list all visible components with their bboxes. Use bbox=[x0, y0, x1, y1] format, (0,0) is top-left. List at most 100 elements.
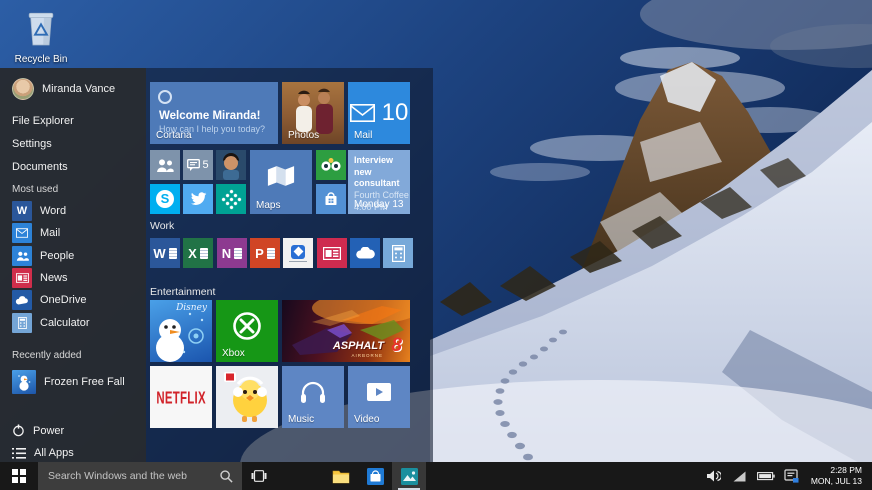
battery-button[interactable] bbox=[755, 462, 777, 490]
start-button[interactable] bbox=[0, 462, 38, 490]
power-button[interactable]: Power bbox=[12, 424, 64, 437]
taskbar-photos-active[interactable] bbox=[392, 462, 426, 490]
headphones-icon bbox=[301, 381, 325, 403]
sidebar-item-file-explorer[interactable]: File Explorer bbox=[12, 115, 74, 127]
sidebar-item-settings[interactable]: Settings bbox=[12, 138, 52, 150]
calculator-icon bbox=[391, 244, 405, 262]
word-icon: W bbox=[153, 245, 166, 261]
tile-frozen-free-fall[interactable]: Disney bbox=[150, 300, 212, 362]
tile-netflix[interactable]: NETFLIX bbox=[150, 366, 212, 428]
mail-icon bbox=[12, 223, 32, 243]
tile-chick-game[interactable] bbox=[216, 366, 278, 428]
tile-calculator[interactable] bbox=[383, 238, 413, 268]
task-view-button[interactable] bbox=[242, 462, 276, 490]
sidebar-item-frozen-free-fall[interactable]: Frozen Free Fall bbox=[12, 370, 125, 394]
search-icon bbox=[220, 470, 233, 483]
tile-word[interactable]: W bbox=[150, 238, 180, 268]
tile-video[interactable]: Video bbox=[348, 366, 410, 428]
windows-desktop: Recycle Bin Miranda Vance File Explorer … bbox=[0, 0, 872, 490]
twitter-bird-icon bbox=[190, 192, 206, 205]
onedrive-icon bbox=[12, 290, 32, 310]
tile-tripadvisor[interactable] bbox=[316, 150, 346, 180]
all-apps-button[interactable]: All Apps bbox=[12, 447, 74, 459]
file-explorer-icon bbox=[332, 470, 350, 483]
tile-calendar[interactable]: Interview new consultant Fourth Coffee 4… bbox=[348, 150, 410, 214]
taskbar-clock[interactable]: 2:28 PM MON, JUL 13 bbox=[807, 465, 866, 488]
word-icon: W bbox=[12, 201, 32, 221]
action-center-icon bbox=[784, 469, 799, 483]
mail-unread-count: 10 bbox=[381, 99, 409, 126]
clock-time: 2:28 PM bbox=[830, 464, 862, 475]
taskbar-store[interactable] bbox=[358, 462, 392, 490]
video-play-icon bbox=[367, 383, 391, 401]
battery-icon bbox=[756, 472, 775, 481]
calculator-icon bbox=[12, 313, 32, 333]
tile-excel[interactable]: X bbox=[183, 238, 213, 268]
tile-xbox[interactable]: Xbox bbox=[216, 300, 278, 362]
volume-button[interactable] bbox=[703, 462, 725, 490]
sidebar-item-calculator[interactable]: Calculator bbox=[12, 313, 90, 333]
tile-photo-contact[interactable] bbox=[216, 150, 246, 180]
netflix-wordmark: NETFLIX bbox=[156, 386, 206, 408]
frozen-free-fall-icon bbox=[12, 370, 36, 394]
asphalt-title: ASPHALT bbox=[332, 340, 384, 352]
entertainment-group-header: Entertainment bbox=[150, 286, 216, 298]
tile-music[interactable]: Music bbox=[282, 366, 344, 428]
taskbar-search[interactable] bbox=[38, 462, 242, 490]
task-view-icon bbox=[251, 470, 267, 482]
tile-dots-app[interactable] bbox=[216, 184, 246, 214]
calendar-date: Monday 13 bbox=[354, 199, 404, 210]
tile-store[interactable] bbox=[316, 184, 346, 214]
tile-powerpoint[interactable]: P bbox=[250, 238, 280, 268]
wifi-icon bbox=[733, 471, 746, 481]
people-icon bbox=[12, 246, 32, 266]
most-used-header: Most used bbox=[12, 184, 59, 195]
sidebar-item-people[interactable]: People bbox=[12, 246, 74, 266]
store-icon bbox=[366, 467, 384, 485]
tile-onenote[interactable]: N bbox=[217, 238, 247, 268]
volume-icon bbox=[706, 470, 721, 482]
mail-icon bbox=[349, 104, 375, 122]
search-input[interactable] bbox=[38, 462, 242, 490]
chick-game-art bbox=[224, 372, 267, 422]
tile-photos[interactable]: Photos bbox=[282, 82, 344, 144]
taskbar-file-explorer[interactable] bbox=[324, 462, 358, 490]
people-icon bbox=[157, 158, 174, 172]
tile-news[interactable] bbox=[317, 238, 347, 268]
tile-messaging[interactable]: 5 bbox=[183, 150, 213, 180]
tile-onedrive[interactable] bbox=[350, 238, 380, 268]
messaging-count: 5 bbox=[202, 159, 209, 171]
tile-skype[interactable]: S bbox=[150, 184, 180, 214]
onedrive-cloud-icon bbox=[356, 247, 375, 259]
action-center-button[interactable] bbox=[781, 462, 803, 490]
sidebar-item-news[interactable]: News bbox=[12, 268, 68, 288]
tile-mail[interactable]: 10 Mail bbox=[348, 82, 410, 144]
xbox-logo-icon bbox=[233, 312, 261, 340]
asphalt-subtitle: AIRBORNE bbox=[351, 353, 383, 358]
dots-pattern-icon bbox=[218, 186, 244, 212]
tile-people[interactable] bbox=[150, 150, 180, 180]
recycle-bin[interactable]: Recycle Bin bbox=[10, 8, 72, 65]
cortana-icon bbox=[158, 90, 172, 104]
calendar-event-title: Interview new consultant bbox=[354, 155, 400, 189]
tile-asphalt-8[interactable]: ASPHALT 8 AIRBORNE bbox=[282, 300, 410, 362]
sidebar-item-documents[interactable]: Documents bbox=[12, 161, 68, 173]
power-icon bbox=[13, 424, 24, 437]
tile-maps[interactable]: Maps bbox=[250, 150, 312, 214]
recycle-bin-icon bbox=[28, 12, 54, 46]
tile-cortana[interactable]: Welcome Miranda! How can I help you toda… bbox=[150, 82, 278, 144]
sidebar-item-mail[interactable]: Mail bbox=[12, 223, 60, 243]
sidebar-item-onedrive[interactable]: OneDrive bbox=[12, 290, 86, 310]
asphalt-number: 8 bbox=[391, 335, 402, 356]
sidebar-item-word[interactable]: W Word bbox=[12, 201, 66, 221]
user-account[interactable]: Miranda Vance bbox=[12, 78, 115, 100]
network-button[interactable] bbox=[729, 462, 751, 490]
store-bag-icon bbox=[325, 192, 337, 205]
user-name: Miranda Vance bbox=[42, 83, 116, 95]
tripadvisor-owl-icon bbox=[321, 158, 341, 171]
taskbar: 2:28 PM MON, JUL 13 bbox=[0, 462, 872, 490]
cortana-greeting: Welcome Miranda! bbox=[159, 110, 261, 122]
powerpoint-icon: P bbox=[255, 245, 264, 261]
tile-twitter[interactable] bbox=[183, 184, 213, 214]
tile-office-app[interactable] bbox=[283, 238, 313, 268]
